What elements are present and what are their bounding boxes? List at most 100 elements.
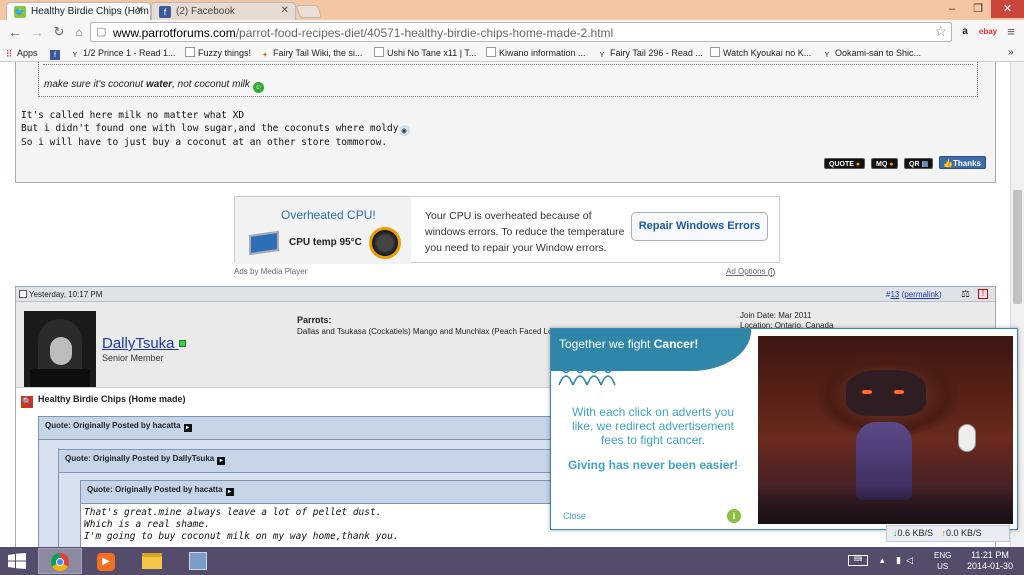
close-window-icon[interactable]: ✕ bbox=[991, 0, 1024, 18]
popup-cta: Giving has never been easier! bbox=[567, 458, 739, 472]
amazon-icon[interactable]: a bbox=[958, 24, 972, 40]
post-title: Healthy Birdie Chips (Home made) bbox=[38, 394, 186, 404]
avatar[interactable] bbox=[24, 311, 96, 387]
url-text[interactable]: www.parrotforums.com/parrot-food-recipes… bbox=[113, 26, 613, 40]
quick-reply-button[interactable]: QR ▤ bbox=[904, 158, 934, 169]
keyboard-icon[interactable]: ⌨ bbox=[848, 555, 868, 566]
bookmark-fairy-tail-wiki[interactable]: ✦ Fairy Tail Wiki, the si... bbox=[260, 46, 362, 61]
quote-header-dallytsuka: Quote: Originally Posted by DallyTsuka ▸ bbox=[58, 449, 578, 473]
facebook-favicon-icon: f bbox=[159, 6, 171, 18]
star-bookmark-icon[interactable]: ☆ bbox=[934, 23, 947, 40]
view-post-arrow-icon[interactable]: ▸ bbox=[183, 424, 192, 432]
y-site-icon: Y bbox=[72, 52, 78, 59]
menu-icon[interactable]: ≡ bbox=[1004, 24, 1018, 40]
bookmark-prince[interactable]: Y 1/2 Prince 1 - Read 1... bbox=[70, 46, 176, 61]
online-status-icon bbox=[178, 340, 186, 347]
home-icon[interactable]: ⌂ bbox=[70, 23, 88, 41]
quote-header-hacatta-nested: Quote: Originally Posted by hacatta ▸ bbox=[80, 480, 578, 504]
minimize-icon[interactable]: – bbox=[939, 0, 965, 18]
bookmark-apps[interactable]: ⠿ Apps bbox=[4, 46, 38, 60]
ad-options-link[interactable]: Ad Options i bbox=[726, 267, 776, 277]
taskbar: ▶ ⌨ ▴ ▮ ◁ ENG US 11:21 PM 2014-01-30 bbox=[0, 547, 1024, 575]
ad-text: Your CPU is overheated because of window… bbox=[425, 210, 625, 254]
media-player-taskbar-button[interactable]: ▶ bbox=[84, 548, 128, 574]
bookmark-kiwano[interactable]: Kiwano information ... bbox=[486, 46, 586, 60]
bookmark-kyoukai[interactable]: Watch Kyoukai no K... bbox=[710, 46, 811, 60]
smiley-green-icon: ☺ bbox=[252, 82, 264, 93]
post-header: Yesterday, 10:17 PM #13 (permalink) ⚖ ! bbox=[16, 287, 995, 302]
bookmarks-overflow-icon[interactable]: » bbox=[1008, 46, 1014, 60]
user-title: Senior Member bbox=[102, 353, 164, 363]
windows-start-icon[interactable] bbox=[8, 553, 26, 572]
advertisement-banner[interactable]: Overheated CPU! CPU temp 95°C Your CPU i… bbox=[234, 196, 780, 264]
scroll-thumb[interactable] bbox=[1013, 190, 1022, 304]
username-link[interactable]: DallyTsuka bbox=[102, 335, 186, 352]
close-tab-icon[interactable]: ✕ bbox=[281, 5, 289, 16]
post-icon: 🔍 bbox=[21, 396, 33, 408]
repair-windows-errors-button[interactable]: Repair Windows Errors bbox=[631, 212, 768, 241]
mouse-icon bbox=[958, 424, 976, 452]
bookmark-fuzzy[interactable]: Fuzzy things! bbox=[185, 46, 251, 60]
game-screenshot-image[interactable] bbox=[758, 336, 1013, 524]
media-player-icon: ▶ bbox=[97, 553, 115, 571]
shocked-smiley-icon: ◉ bbox=[398, 125, 410, 136]
volume-icon[interactable]: ◁ bbox=[906, 555, 913, 566]
bookmark-fairy-tail-296[interactable]: Y Fairy Tail 296 - Read ... bbox=[597, 46, 703, 61]
post-number-link[interactable]: #13 (permalink) bbox=[886, 290, 942, 299]
quote-text: make sure it's coconut water, not coconu… bbox=[44, 79, 264, 93]
forward-arrow-icon[interactable]: → bbox=[28, 23, 46, 41]
info-icon[interactable]: i bbox=[727, 509, 741, 523]
view-post-arrow-icon[interactable]: ▸ bbox=[217, 457, 226, 465]
apps-grid-icon: ⠿ bbox=[5, 49, 13, 59]
multi-quote-button[interactable]: MQ ● bbox=[871, 158, 899, 169]
share-icon[interactable]: ⚖ bbox=[961, 289, 970, 300]
ad-cpu-temp: CPU temp 95°C bbox=[289, 237, 362, 248]
popup-close-link[interactable]: Close bbox=[563, 511, 586, 521]
bookmarks-bar: ⠿ Apps f Y 1/2 Prince 1 - Read 1... Fuzzy … bbox=[0, 44, 1024, 62]
tool-app-taskbar-button[interactable] bbox=[176, 548, 220, 574]
address-bar[interactable]: ▢ www.parrotforums.com/parrot-food-recip… bbox=[90, 22, 952, 42]
page-icon bbox=[185, 47, 195, 57]
ebay-icon[interactable]: ebay bbox=[978, 24, 998, 40]
ribbon-figures-icon bbox=[558, 366, 616, 386]
ads-by-label: Ads by Media Player bbox=[234, 267, 308, 276]
post-date: Yesterday, 10:17 PM bbox=[29, 290, 103, 299]
post-previous: make sure it's coconut water, not coconu… bbox=[15, 62, 996, 183]
page-icon bbox=[374, 47, 384, 57]
tab-healthy-birdie-chips[interactable]: 🐦 Healthy Birdie Chips (Hom ✕ bbox=[6, 2, 151, 20]
join-date: Join Date: Mar 2011 bbox=[740, 311, 812, 320]
dragon-shape bbox=[846, 370, 926, 416]
tab-title: Healthy Birdie Chips (Hom bbox=[31, 6, 149, 17]
bookmark-facebook[interactable]: f bbox=[50, 46, 63, 60]
tab-strip: 🐦 Healthy Birdie Chips (Hom ✕ f (2) Face… bbox=[0, 0, 1024, 20]
clock[interactable]: 11:21 PM 2014-01-30 bbox=[962, 550, 1018, 572]
thumbs-up-icon: 👍 bbox=[943, 159, 953, 168]
back-arrow-icon[interactable]: ← bbox=[6, 23, 24, 41]
show-hidden-icons-icon[interactable]: ▴ bbox=[880, 555, 885, 566]
ad-title: Overheated CPU! bbox=[281, 208, 376, 222]
network-signal-icon[interactable]: ▮ bbox=[896, 555, 901, 566]
file-explorer-taskbar-button[interactable] bbox=[130, 548, 174, 574]
reload-icon[interactable]: ↻ bbox=[50, 23, 68, 41]
restore-icon[interactable]: ❐ bbox=[965, 0, 991, 18]
y-site-icon: Y bbox=[824, 52, 830, 59]
close-tab-icon[interactable]: ✕ bbox=[136, 5, 144, 16]
new-tab-button[interactable] bbox=[295, 5, 323, 18]
gauge-icon bbox=[369, 227, 401, 259]
chrome-taskbar-button[interactable] bbox=[38, 548, 82, 574]
report-icon[interactable]: ! bbox=[978, 289, 988, 299]
quote-button[interactable]: QUOTE ● bbox=[824, 158, 866, 169]
bookmark-ushi[interactable]: Ushi No Tane x11 | T... bbox=[374, 46, 476, 60]
y-site-icon: Y bbox=[599, 52, 605, 59]
chrome-icon bbox=[51, 553, 69, 571]
page-icon bbox=[486, 47, 496, 57]
input-language[interactable]: ENG US bbox=[934, 550, 951, 572]
info-icon: i bbox=[767, 268, 776, 277]
parrots-label: Parrots: bbox=[297, 315, 332, 325]
bookmark-ookami[interactable]: Y Ookami-san to Shic... bbox=[822, 46, 921, 61]
tab-facebook[interactable]: f (2) Facebook ✕ bbox=[151, 2, 296, 20]
view-post-arrow-icon[interactable]: ▸ bbox=[225, 488, 234, 496]
tab-title: (2) Facebook bbox=[176, 6, 235, 17]
tool-app-icon bbox=[189, 552, 207, 570]
thanks-button[interactable]: 👍Thanks bbox=[939, 156, 986, 169]
